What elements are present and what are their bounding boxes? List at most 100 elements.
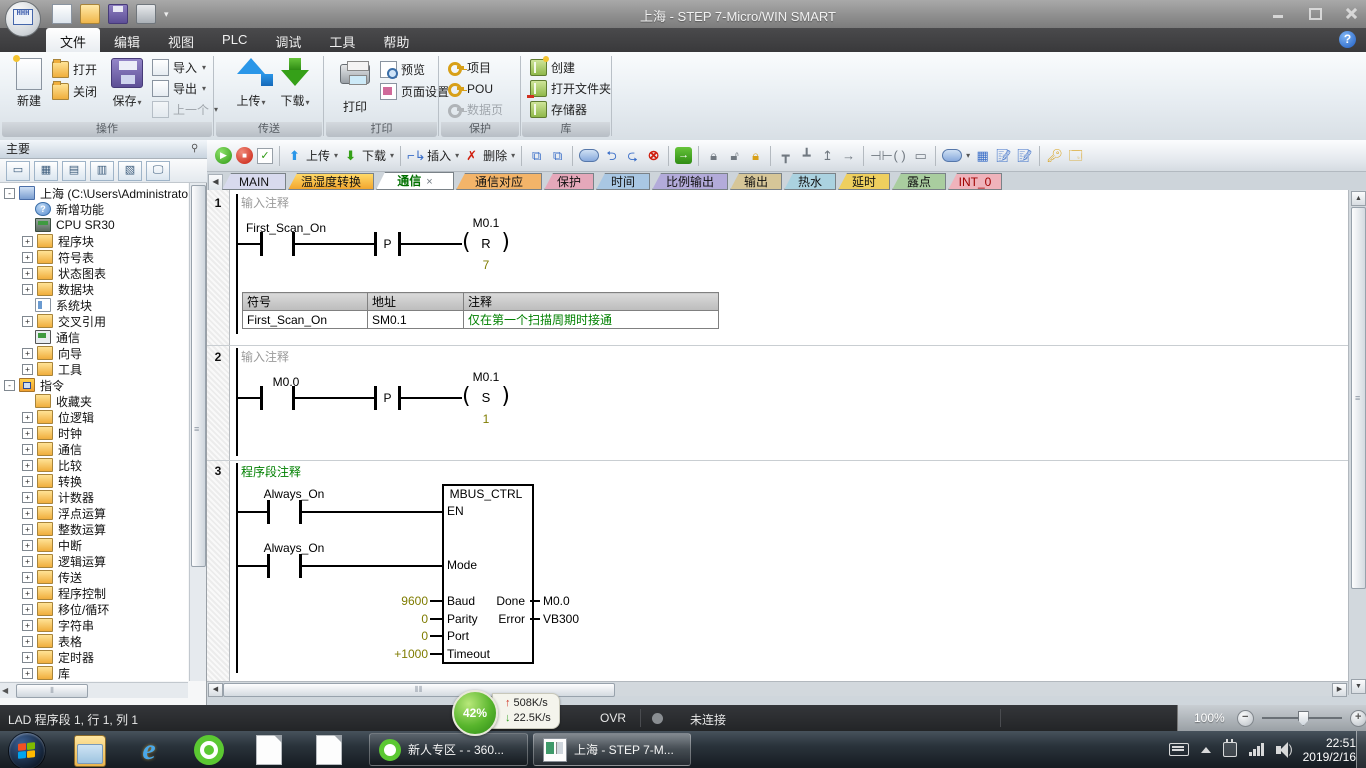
delete-button[interactable]: ✗删除▾ xyxy=(463,147,515,164)
unlock-button[interactable]: 🔓︎ xyxy=(726,147,743,164)
network-3-comment[interactable]: 程序段注释 xyxy=(241,463,301,480)
download-button[interactable]: 下载▾ xyxy=(272,56,318,120)
tab-delay[interactable]: 延时 xyxy=(838,173,890,190)
tree-item-int-math[interactable]: +整数运算 xyxy=(0,521,106,537)
scrollbar-thumb[interactable] xyxy=(1351,207,1366,589)
insert-contact-button[interactable]: ⊣⊢ xyxy=(870,147,887,164)
branch-up-button[interactable]: ┻ xyxy=(798,147,815,164)
menu-edit[interactable]: 编辑 xyxy=(100,28,154,52)
view-data-block-icon[interactable]: ▥ xyxy=(90,161,114,181)
zoom-out-icon[interactable]: − xyxy=(1237,710,1254,727)
tab-temp-humidity[interactable]: 温湿度转换 xyxy=(288,173,374,190)
addressing-button[interactable]: ▾ xyxy=(942,149,970,162)
contact-label[interactable]: Always_On xyxy=(234,541,354,555)
expander[interactable]: + xyxy=(22,492,33,503)
library-open-folder-button[interactable]: 打开文件夹 xyxy=(530,79,611,98)
coil-n-value[interactable]: 1 xyxy=(462,412,510,426)
menu-debug[interactable]: 调试 xyxy=(261,28,315,52)
protect-project-button[interactable]: 项目 xyxy=(448,58,491,77)
keyboard-icon[interactable] xyxy=(1169,743,1189,756)
tab-protection[interactable]: 保护 xyxy=(544,173,594,190)
print-icon[interactable] xyxy=(136,4,156,24)
tree-item-cross-reference[interactable]: +交叉引用 xyxy=(0,313,106,329)
close-button[interactable]: 关闭 xyxy=(52,82,97,101)
view-xref-icon[interactable]: ▧ xyxy=(118,161,142,181)
open-icon[interactable] xyxy=(80,4,100,24)
editor-vertical-scrollbar[interactable]: ▲ ▼ xyxy=(1348,190,1366,695)
show-desktop-button[interactable] xyxy=(1356,731,1366,768)
scroll-down-icon[interactable]: ▼ xyxy=(1351,679,1366,694)
tab-time[interactable]: 时间 xyxy=(596,173,650,190)
tree-item-symbol-table[interactable]: +符号表 xyxy=(0,249,94,265)
expander[interactable]: + xyxy=(22,620,33,631)
contact-label[interactable]: Always_On xyxy=(234,487,354,501)
expander[interactable]: + xyxy=(22,668,33,679)
expander[interactable]: + xyxy=(22,508,33,519)
import-button[interactable]: 导入▾ xyxy=(152,58,206,77)
tree-item-status-chart[interactable]: +状态图表 xyxy=(0,265,106,281)
expander[interactable]: + xyxy=(22,588,33,599)
tree-item-program-block[interactable]: +程序块 xyxy=(0,233,94,249)
library-create-button[interactable]: 创建 xyxy=(530,58,575,77)
protect-data-page-button[interactable]: 数据页 xyxy=(448,100,503,119)
new-button[interactable]: 新建 xyxy=(6,56,52,120)
run-button[interactable]: ▶ xyxy=(215,147,232,164)
reset-coil[interactable]: (R) xyxy=(462,229,510,257)
contact-label[interactable]: M0.0 xyxy=(226,375,346,389)
port-value[interactable]: 0 xyxy=(368,629,428,643)
insert-coil-button[interactable]: ( ) xyxy=(891,147,908,164)
expander[interactable]: - xyxy=(4,188,15,199)
scroll-left-icon[interactable]: ◀ xyxy=(208,683,223,697)
coil-n-value[interactable]: 7 xyxy=(462,258,510,272)
expander[interactable]: + xyxy=(22,364,33,375)
zoom-slider-thumb[interactable] xyxy=(1298,711,1309,726)
expander[interactable]: + xyxy=(22,652,33,663)
tree-item-convert[interactable]: +转换 xyxy=(0,473,82,489)
tab-scroll-left-icon[interactable]: ◀ xyxy=(208,174,223,191)
tree-item-wizards[interactable]: +向导 xyxy=(0,345,82,361)
explorer-taskbar-icon[interactable] xyxy=(74,735,106,767)
line-right-button[interactable]: → xyxy=(840,147,857,164)
tree-item-move[interactable]: +传送 xyxy=(0,569,82,585)
pin-icon[interactable]: ⚲ xyxy=(191,143,201,155)
expander[interactable]: + xyxy=(22,412,33,423)
done-value[interactable]: M0.0 xyxy=(543,594,570,608)
signal-bars-icon[interactable] xyxy=(1249,743,1264,756)
contact-label[interactable]: First_Scan_On xyxy=(226,221,346,235)
restore-icon[interactable] xyxy=(1308,7,1322,19)
save-icon[interactable] xyxy=(108,4,128,24)
lock-add-button[interactable]: 🔒︎ xyxy=(747,147,764,164)
expander[interactable]: + xyxy=(22,236,33,247)
ladder-editor[interactable]: 1 2 3 输入注释 First_Scan_On P M0.1 (R) 7 符号… xyxy=(207,190,1348,681)
prev-bookmark-button[interactable]: ⮌ xyxy=(603,147,620,164)
tree-item-logic-ops[interactable]: +逻辑运算 xyxy=(0,553,106,569)
tree-item-system-block[interactable]: 系统块 xyxy=(0,297,92,313)
customize-qat-icon[interactable]: ▾ xyxy=(164,9,169,20)
help-icon[interactable]: ? xyxy=(1339,31,1356,48)
compile-button[interactable]: ✓ xyxy=(257,148,273,164)
tree-item-project[interactable]: -上海 (C:\Users\Administrator.) xyxy=(0,185,188,201)
sidebar-horizontal-scrollbar[interactable]: ◀ ⦀ xyxy=(0,682,188,698)
select-network-button[interactable]: ⧉ xyxy=(528,147,545,164)
network-connection-icon[interactable] xyxy=(1223,742,1237,757)
tray-clock[interactable]: 22:51 2019/2/16 xyxy=(1303,736,1356,764)
tree-item-shift-rotate[interactable]: +移位/循环 xyxy=(0,601,109,617)
menu-file[interactable]: 文件 xyxy=(46,28,100,52)
tab-hot-water[interactable]: 热水 xyxy=(784,173,836,190)
contact[interactable] xyxy=(260,386,263,410)
browser-360-taskbar-icon[interactable] xyxy=(194,735,224,765)
contact[interactable] xyxy=(267,500,270,524)
expander[interactable]: + xyxy=(22,572,33,583)
network-2-comment[interactable]: 输入注释 xyxy=(241,348,289,365)
scrollbar-thumb[interactable]: ⦀ xyxy=(16,684,88,698)
lock-button[interactable]: 🔒︎ xyxy=(705,147,722,164)
close-tab-icon[interactable]: × xyxy=(426,176,432,188)
preview-button[interactable]: 预览 xyxy=(380,60,425,79)
export-button[interactable]: 导出▾ xyxy=(152,79,206,98)
expander[interactable]: + xyxy=(22,444,33,455)
toggle-comments-button[interactable]: 📝︎ xyxy=(995,147,1012,164)
expander[interactable]: + xyxy=(22,428,33,439)
set-coil[interactable]: (S) xyxy=(462,383,510,411)
stop-button[interactable]: ■ xyxy=(236,147,253,164)
expander[interactable]: + xyxy=(22,316,33,327)
